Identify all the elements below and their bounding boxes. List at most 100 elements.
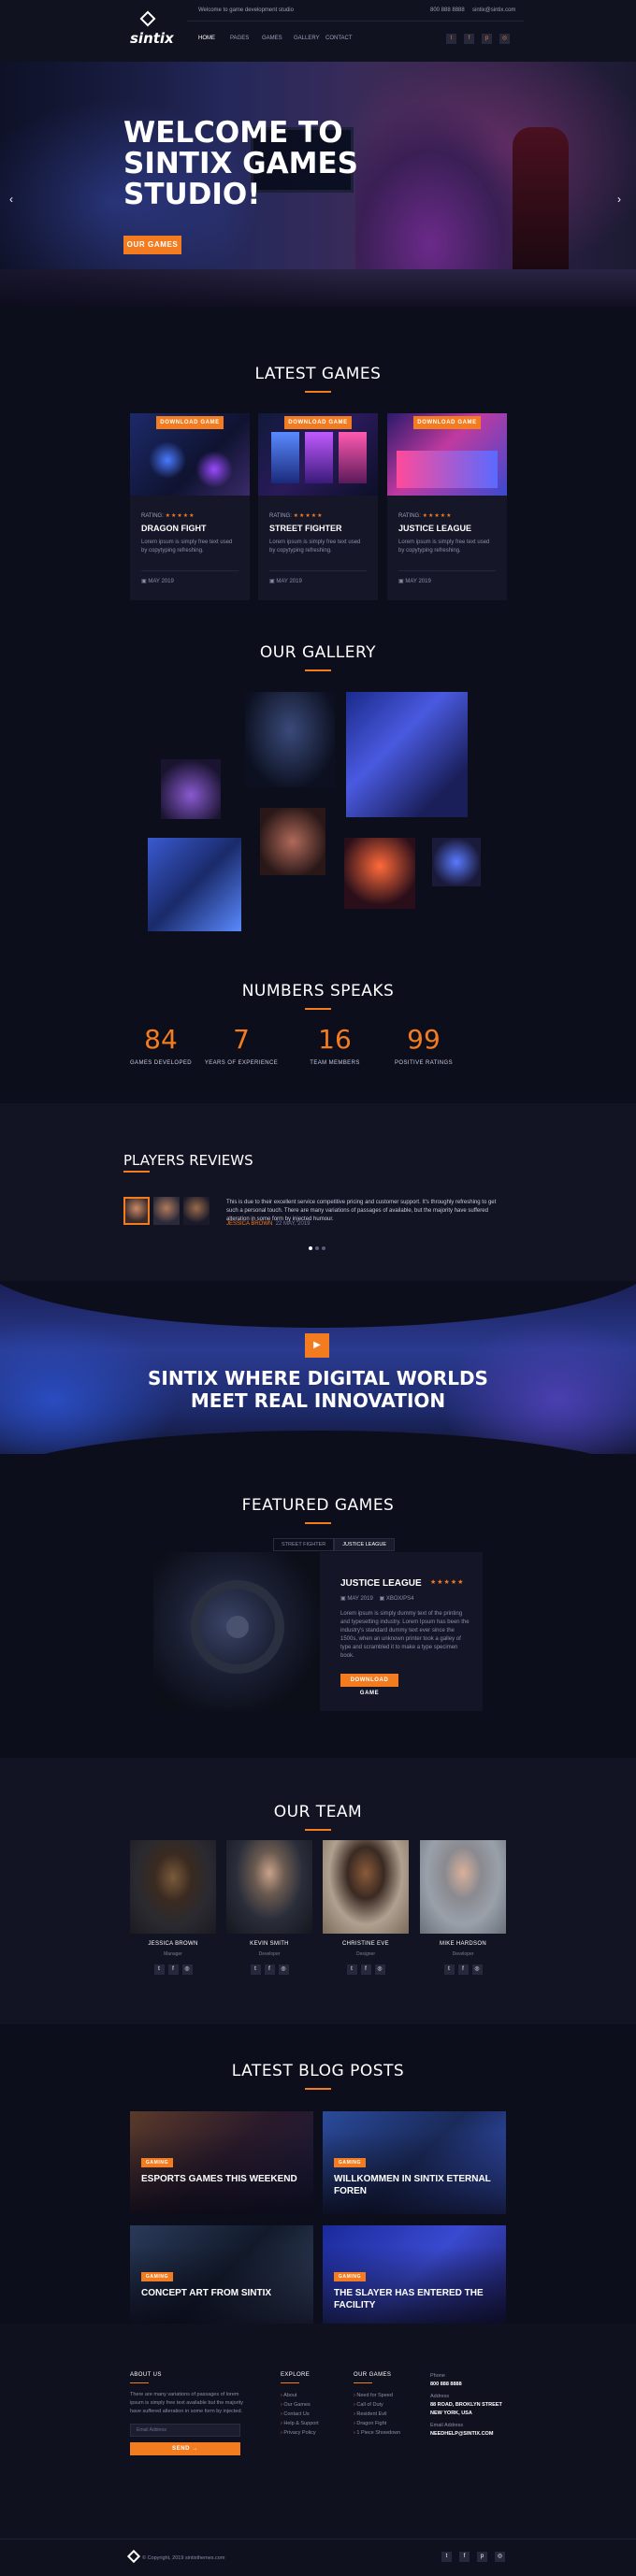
blog-post[interactable]: GAMING CONCEPT ART FROM SINTIX [130, 2225, 313, 2328]
download-game-tag[interactable]: DOWNLOAD GAME [413, 416, 481, 429]
post-title[interactable]: ESPORTS GAMES THIS WEEKEND [141, 2173, 300, 2185]
footer-email[interactable]: NEEDHELP@SINTIX.COM [430, 2430, 514, 2439]
stat-label: YEARS OF EXPERIENCE [204, 1060, 279, 1066]
post-category[interactable]: GAMING [334, 2272, 366, 2281]
play-icon[interactable]: ▶ [305, 1333, 329, 1358]
twitter-icon[interactable]: t [446, 34, 456, 44]
rating-label: RATING: [269, 513, 292, 519]
post-title[interactable]: CONCEPT ART FROM SINTIX [141, 2287, 300, 2299]
footer-link[interactable]: Call of Duty [354, 2400, 400, 2410]
hero-prev-arrow[interactable]: ‹ [9, 193, 13, 206]
footer-link[interactable]: Our Games [281, 2400, 319, 2410]
pinterest-icon[interactable]: p [482, 34, 492, 44]
member-name: KEVIN SMITH [250, 1941, 289, 1947]
instagram-icon[interactable]: ◎ [471, 1964, 483, 1975]
tab-justice-league[interactable]: JUSTICE LEAGUE [334, 1538, 396, 1551]
gallery-image[interactable] [161, 759, 221, 819]
footer-link[interactable]: 1 Piece Showdown [354, 2428, 400, 2438]
gallery-image[interactable] [346, 692, 468, 817]
footer-link[interactable]: Resident Evil [354, 2410, 400, 2419]
pager-dot[interactable] [322, 1246, 325, 1250]
pinterest-icon[interactable]: p [477, 2552, 487, 2562]
nav-gallery[interactable]: GALLERY [294, 36, 325, 41]
post-category[interactable]: GAMING [141, 2158, 173, 2167]
facebook-icon[interactable]: f [464, 34, 474, 44]
twitter-icon[interactable]: t [153, 1964, 165, 1975]
game-card[interactable]: DOWNLOAD GAME RATING: ★★★★★ JUSTICE LEAG… [387, 413, 507, 600]
facebook-icon[interactable]: f [264, 1964, 275, 1975]
game-name[interactable]: STREET FIGHTER [269, 524, 342, 533]
footer-games: OUR GAMES Need for Speed Call of Duty Re… [354, 2372, 400, 2438]
header-phone[interactable]: 800 888 8888 [430, 7, 465, 13]
facebook-icon[interactable]: f [457, 1964, 469, 1975]
instagram-icon[interactable]: ◎ [278, 1964, 289, 1975]
facebook-icon[interactable]: f [459, 2552, 470, 2562]
logo[interactable]: sintix [126, 10, 174, 50]
nav-games[interactable]: GAMES [262, 36, 294, 41]
subscribe-button[interactable]: SEND → [130, 2442, 240, 2455]
download-game-tag[interactable]: DOWNLOAD GAME [284, 416, 352, 429]
review-quote: This is due to their excellent service c… [226, 1200, 497, 1222]
facebook-icon[interactable]: f [360, 1964, 371, 1975]
facebook-icon[interactable]: f [167, 1964, 179, 1975]
email-input[interactable]: Email Address [130, 2424, 240, 2437]
nav-pages[interactable]: PAGES [230, 36, 262, 41]
main-nav: HOME PAGES GAMES GALLERY CONTACT [198, 36, 357, 41]
twitter-icon[interactable]: t [441, 2552, 452, 2562]
tab-street-fighter[interactable]: STREET FIGHTER [273, 1538, 335, 1551]
footer-link[interactable]: Help & Support [281, 2419, 318, 2428]
post-title[interactable]: THE SLAYER HAS ENTERED THE FACILITY [334, 2287, 493, 2311]
footer-link[interactable]: Dragon Fight [354, 2419, 400, 2428]
download-game-button[interactable]: DOWNLOAD GAME [340, 1674, 398, 1696]
game-name[interactable]: DRAGON FIGHT [141, 524, 207, 533]
twitter-icon[interactable]: t [346, 1964, 357, 1975]
featured-game-platform: XBOX/PS4 [385, 1596, 414, 1602]
reviewer-avatar[interactable] [153, 1197, 180, 1225]
instagram-icon[interactable]: ◎ [499, 34, 510, 44]
stat-label: GAMES DEVELOPED [129, 1060, 193, 1066]
our-games-button[interactable]: OUR GAMES [123, 236, 181, 254]
card-divider [141, 570, 238, 571]
post-title[interactable]: WILLKOMMEN IN SINTIX ETERNAL FOREN [334, 2173, 493, 2197]
reviewer-avatar[interactable] [123, 1197, 150, 1225]
footer-link[interactable]: About [281, 2391, 319, 2400]
instagram-icon[interactable]: ◎ [495, 2552, 505, 2562]
blog-post[interactable]: GAMING WILLKOMMEN IN SINTIX ETERNAL FORE… [323, 2111, 506, 2214]
twitter-icon[interactable]: t [250, 1964, 261, 1975]
gallery-image[interactable] [260, 808, 325, 875]
gallery-image[interactable] [148, 838, 241, 931]
footer-link[interactable]: Contact Us [281, 2410, 319, 2419]
header-email[interactable]: sintix@sintix.com [472, 7, 515, 13]
gallery-image[interactable] [344, 838, 415, 909]
twitter-icon[interactable]: t [443, 1964, 455, 1975]
featured-game-box: JUSTICE LEAGUE ★★★★★ ▣ MAY 2019 ▣ XBOX/P… [153, 1552, 483, 1711]
instagram-icon[interactable]: ◎ [374, 1964, 385, 1975]
header-divider [187, 21, 524, 22]
post-category[interactable]: GAMING [141, 2272, 173, 2281]
pager-dot[interactable] [315, 1246, 319, 1250]
footer-explore-title: EXPLORE [281, 2372, 311, 2378]
footer-phone[interactable]: 800 888 8888 [430, 2381, 514, 2389]
gallery-image[interactable] [245, 692, 335, 787]
footer-contact: Phone 800 888 8888 Address 88 ROAD, BROK… [430, 2372, 514, 2439]
instagram-icon[interactable]: ◎ [181, 1964, 193, 1975]
blog-post[interactable]: GAMING ESPORTS GAMES THIS WEEKEND [130, 2111, 313, 2214]
blog-post[interactable]: GAMING THE SLAYER HAS ENTERED THE FACILI… [323, 2225, 506, 2328]
game-card[interactable]: DOWNLOAD GAME RATING: ★★★★★ DRAGON FIGHT… [130, 413, 250, 600]
footer-link[interactable]: Privacy Policy [281, 2428, 319, 2438]
gallery-image[interactable] [432, 838, 481, 886]
game-date-text: MAY 2019 [405, 579, 431, 584]
hero-next-arrow[interactable]: › [617, 193, 621, 206]
game-name[interactable]: JUSTICE LEAGUE [398, 524, 471, 533]
member-role: Developer [258, 1951, 281, 1957]
footer-link[interactable]: Need for Speed [354, 2391, 400, 2400]
reviewer-avatar[interactable] [183, 1197, 210, 1225]
footer-about-text: There are many variations of passages of… [130, 2392, 244, 2414]
game-card[interactable]: DOWNLOAD GAME RATING: ★★★★★ STREET FIGHT… [258, 413, 378, 600]
post-category[interactable]: GAMING [334, 2158, 366, 2167]
nav-contact[interactable]: CONTACT [325, 36, 357, 41]
gallery-title: OUR GALLERY [0, 643, 636, 671]
download-game-tag[interactable]: DOWNLOAD GAME [156, 416, 224, 429]
nav-home[interactable]: HOME [198, 36, 230, 41]
pager-dot[interactable] [309, 1246, 312, 1250]
